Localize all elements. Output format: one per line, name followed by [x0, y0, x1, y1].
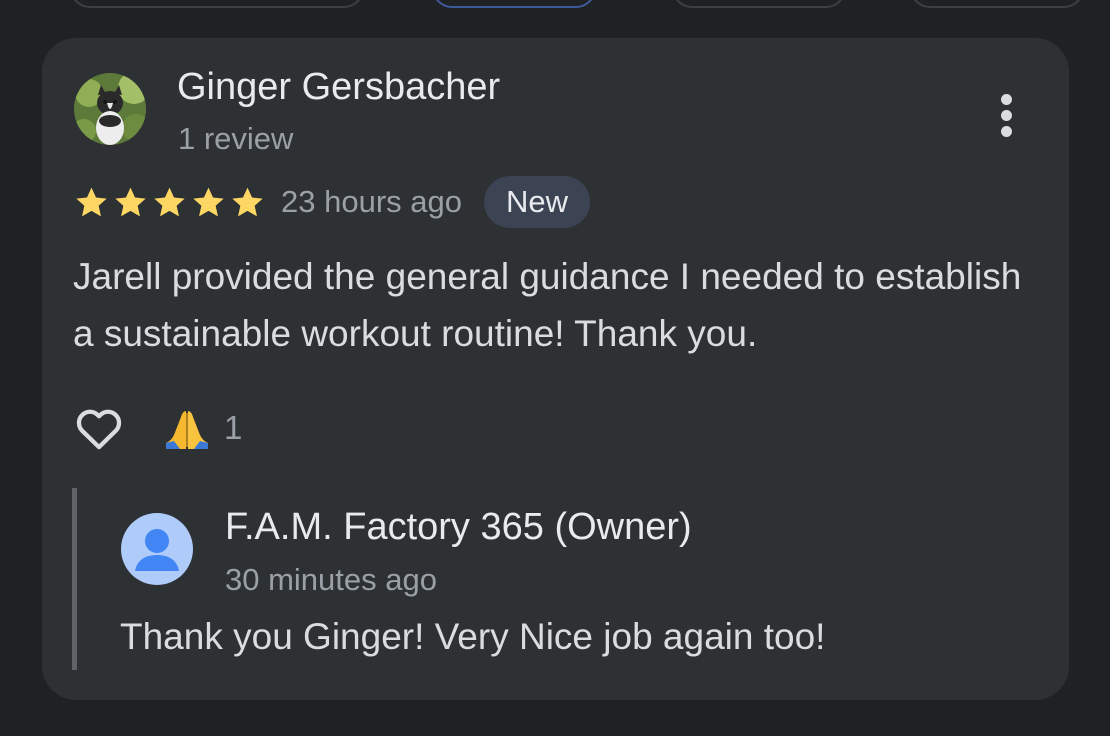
filter-chip[interactable]	[672, 0, 846, 8]
folded-hands-emoji-icon[interactable]	[160, 401, 214, 455]
star-icon	[76, 187, 107, 216]
more-options-icon[interactable]	[992, 90, 1022, 142]
rating-row: 23 hours ago New	[74, 176, 590, 228]
star-icon	[154, 187, 185, 216]
review-card: Ginger Gersbacher 1 review 23 hours ago …	[42, 38, 1069, 700]
star-icon	[232, 187, 263, 216]
owner-reply: F.A.M. Factory 365 (Owner) 30 minutes ag…	[72, 488, 1037, 670]
reply-text: Thank you Ginger! Very Nice job again to…	[120, 616, 826, 657]
reviewer-avatar[interactable]	[74, 73, 146, 145]
review-text: Jarell provided the general guidance I n…	[73, 256, 1022, 354]
owner-name[interactable]: F.A.M. Factory 365 (Owner)	[225, 506, 692, 549]
star-rating	[74, 185, 265, 220]
filter-chip-selected[interactable]	[432, 0, 596, 8]
reviewer-name[interactable]: Ginger Gersbacher	[177, 66, 500, 109]
review-actions: 1	[72, 400, 242, 456]
reaction-count: 1	[224, 409, 243, 446]
filter-chip[interactable]	[70, 0, 364, 8]
owner-avatar-icon[interactable]	[121, 513, 193, 585]
star-icon	[193, 187, 224, 216]
review-count: 1 review	[178, 121, 294, 156]
star-icon	[115, 187, 146, 216]
new-badge: New	[483, 176, 590, 228]
review-time: 23 hours ago	[281, 184, 462, 219]
filter-chip[interactable]	[910, 0, 1084, 8]
reply-time: 30 minutes ago	[225, 562, 437, 597]
heart-outline-icon[interactable]	[72, 401, 126, 455]
